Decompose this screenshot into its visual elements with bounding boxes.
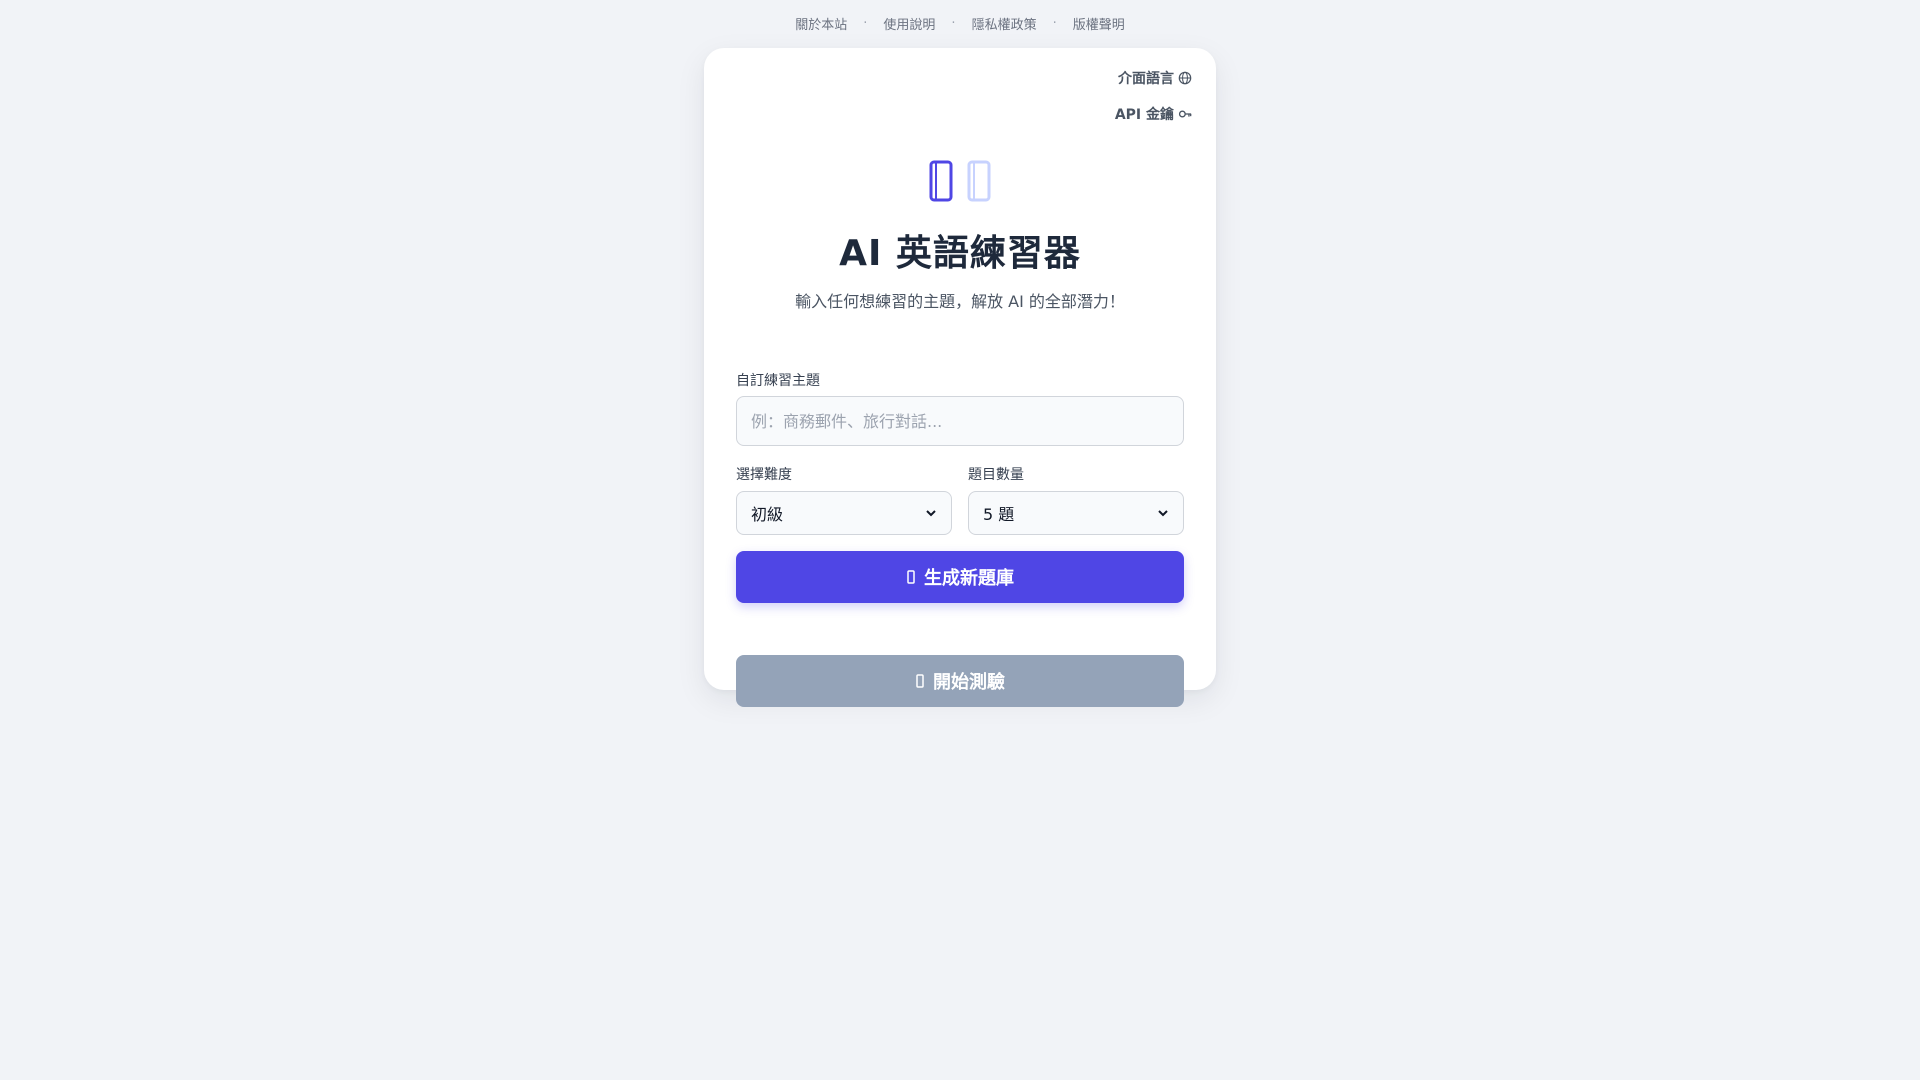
page-subtitle: 輸入任何想練習的主題，解放 AI 的全部潛力！: [795, 292, 1125, 311]
generate-button[interactable]: 生成新題庫: [736, 551, 1184, 603]
globe-icon: [1178, 71, 1192, 85]
book-icon: [929, 160, 953, 202]
nav-link-guide[interactable]: 使用說明: [883, 14, 935, 33]
sparkle-icon: [967, 160, 991, 202]
hero-icons: [704, 160, 1216, 202]
top-nav: 關於本站 · 使用說明 · 隱私權政策 · 版權聲明: [0, 14, 1920, 33]
topic-label: 自訂練習主題: [736, 373, 820, 389]
language-link-label: 介面語言: [1118, 71, 1174, 87]
start-quiz-button-label: 開始測驗: [933, 672, 1005, 693]
nav-link-about[interactable]: 關於本站: [795, 14, 847, 33]
nav-link-copyright[interactable]: 版權聲明: [1073, 14, 1125, 33]
start-quiz-button[interactable]: 開始測驗: [736, 655, 1184, 707]
api-key-link-label: API 金鑰: [1114, 107, 1174, 123]
question-count-label: 題目數量: [968, 467, 1024, 483]
topic-input[interactable]: [736, 396, 1184, 446]
chevron-down-icon: [926, 510, 936, 517]
page-title: AI 英語練習器: [839, 233, 1081, 274]
difficulty-select[interactable]: 初級: [736, 491, 952, 535]
difficulty-label: 選擇難度: [736, 467, 792, 483]
nav-separator: ·: [863, 16, 868, 31]
key-icon: [1178, 110, 1192, 118]
nav-link-privacy[interactable]: 隱私權政策: [972, 14, 1037, 33]
nav-separator: ·: [951, 16, 956, 31]
question-count-select[interactable]: 5 題: [968, 491, 1184, 535]
nav-separator: ·: [1052, 16, 1057, 31]
main-card: 介面語言 API 金鑰 AI 英語練習器 輸入任何想練習的主題，解放 AI 的全…: [704, 48, 1216, 707]
question-count-selected: 5 題: [983, 505, 1015, 524]
language-link[interactable]: 介面語言: [1118, 68, 1192, 88]
generate-button-label: 生成新題庫: [924, 568, 1014, 589]
play-icon: [916, 674, 924, 688]
api-key-link[interactable]: API 金鑰: [1115, 104, 1192, 124]
chevron-down-icon: [1158, 510, 1168, 517]
difficulty-selected: 初級: [751, 505, 784, 524]
magic-wand-icon: [907, 570, 915, 584]
